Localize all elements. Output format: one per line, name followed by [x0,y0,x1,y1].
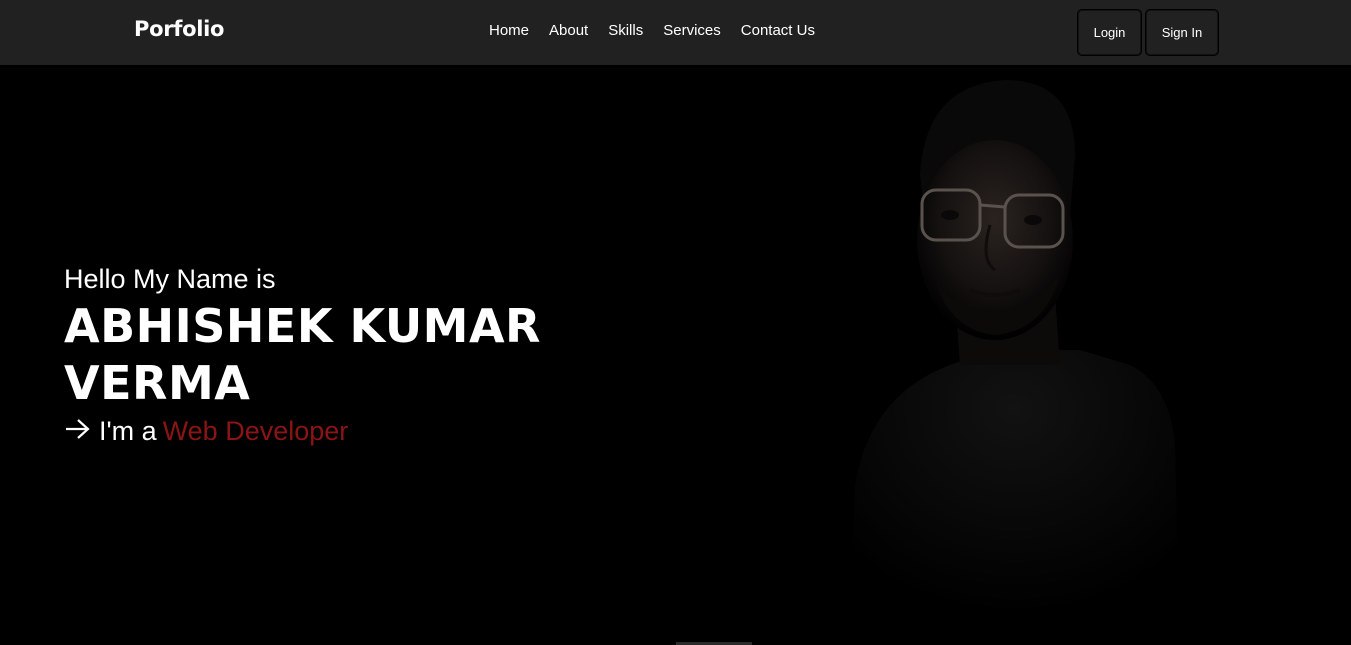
nav-item-contact: Contact Us [741,22,815,40]
hero-text: Hello My Name is ABHISHEK KUMAR VERMA I'… [64,262,584,448]
navbar: Porfolio Home About Skills Services Cont… [0,0,1351,65]
portrait-photo [850,80,1180,645]
nav-item-home: Home [489,22,529,40]
nav-link-services[interactable]: Services [663,22,721,39]
login-button[interactable]: Login [1077,9,1142,56]
role-highlight: Web Developer [162,416,349,446]
nav-item-services: Services [663,22,721,40]
nav-item-skills: Skills [608,22,643,40]
role-line: I'm a Web Developer [64,414,584,448]
arrow-right-icon [64,414,91,448]
hero-name: ABHISHEK KUMAR VERMA [64,299,541,410]
nav-links: Home About Skills Services Contact Us [489,22,815,40]
sign-in-button[interactable]: Sign In [1145,9,1219,56]
nav-link-contact[interactable]: Contact Us [741,22,815,39]
nav-link-about[interactable]: About [549,22,588,39]
auth-buttons: Login Sign In [1077,9,1219,56]
role-prefix: I'm a [99,416,157,446]
greeting-text: Hello My Name is [64,264,276,294]
nav-link-skills[interactable]: Skills [608,22,643,39]
brand-logo[interactable]: Porfolio [134,17,224,41]
nav-item-about: About [549,22,588,40]
nav-link-home[interactable]: Home [489,22,529,39]
